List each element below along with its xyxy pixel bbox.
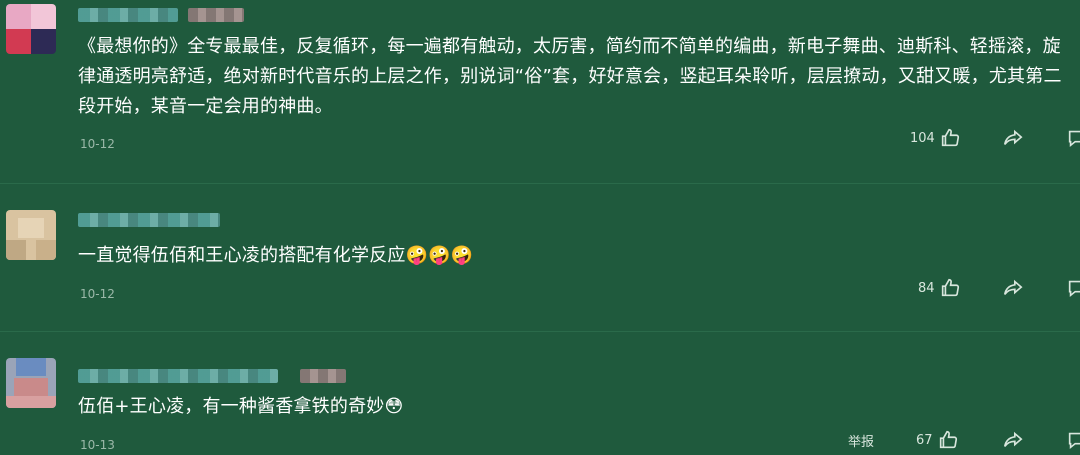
like-count: 104 (910, 130, 935, 146)
comment-icon (1066, 429, 1080, 451)
user-tag (188, 8, 244, 22)
avatar[interactable] (6, 210, 56, 260)
report-button[interactable]: 举报 (848, 428, 874, 452)
thumbs-up-icon (939, 277, 961, 299)
like-button[interactable]: 67 (916, 428, 959, 452)
comment-icon (1066, 277, 1080, 299)
comment-item: 一直觉得伍佰和王心凌的搭配有化学反应🤪🤪🤪 10-12 84 (0, 184, 1080, 304)
share-button[interactable] (1002, 276, 1024, 300)
like-button[interactable]: 104 (910, 126, 961, 150)
comment-date: 10-13 (80, 438, 115, 452)
user-tag (300, 369, 346, 383)
comment-button[interactable] (1066, 428, 1080, 452)
username[interactable] (78, 369, 278, 383)
comment-actions: 104 (900, 126, 1080, 150)
comment-item: 《最想你的》全专最最佳，反复循环，每一遍都有触动，太厉害，简约而不简单的编曲，新… (0, 0, 1080, 180)
share-icon (1002, 277, 1024, 299)
thumbs-up-icon (937, 429, 959, 451)
share-button[interactable] (1002, 126, 1024, 150)
emoji-group: 🤪🤪🤪 (405, 245, 474, 266)
comment-date: 10-12 (80, 287, 115, 301)
comment-text: 一直觉得伍佰和王心凌的搭配有化学反应 (78, 245, 406, 266)
share-icon (1002, 127, 1024, 149)
comment-text-row: 伍佰+王心凌，有一种酱香拿铁的奇妙😳 (78, 392, 1068, 422)
comment-item: 伍佰+王心凌，有一种酱香拿铁的奇妙😳 10-13 举报 67 (0, 332, 1080, 452)
share-button[interactable] (1002, 428, 1024, 452)
username[interactable] (78, 8, 178, 22)
comment-text: 《最想你的》全专最最佳，反复循环，每一遍都有触动，太厉害，简约而不简单的编曲，新… (78, 36, 1062, 117)
like-count: 84 (918, 280, 935, 296)
emoji-group: 😳 (384, 396, 404, 417)
like-count: 67 (916, 432, 933, 448)
share-icon (1002, 429, 1024, 451)
like-button[interactable]: 84 (918, 276, 961, 300)
comment-button[interactable] (1066, 126, 1080, 150)
avatar[interactable] (6, 4, 56, 54)
comment-text-row: 一直觉得伍佰和王心凌的搭配有化学反应🤪🤪🤪 (78, 241, 1068, 271)
comment-text: 伍佰+王心凌，有一种酱香拿铁的奇妙 (78, 396, 385, 417)
comment-button[interactable] (1066, 276, 1080, 300)
comment-actions: 举报 67 (840, 428, 1080, 452)
comment-date: 10-12 (80, 137, 115, 151)
username[interactable] (78, 213, 220, 227)
avatar[interactable] (6, 358, 56, 408)
comment-icon (1066, 127, 1080, 149)
report-label: 举报 (848, 434, 875, 450)
comment-actions: 84 (900, 276, 1080, 300)
thumbs-up-icon (939, 127, 961, 149)
